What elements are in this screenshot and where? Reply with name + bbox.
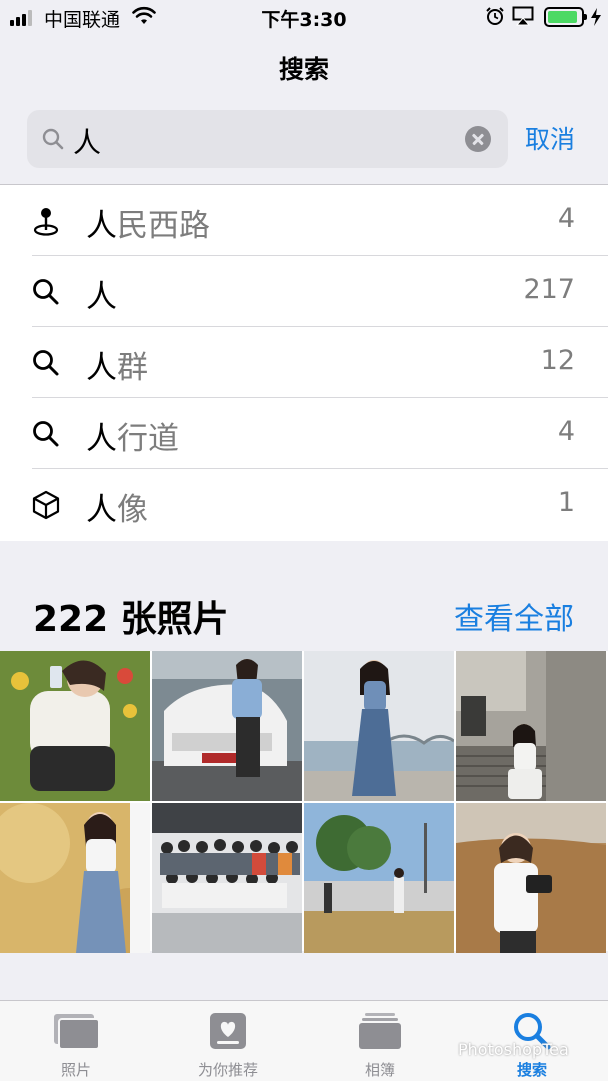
result-rest-text: 民西路 bbox=[117, 208, 210, 244]
tab-for-you[interactable]: 为你推荐 bbox=[152, 1001, 304, 1081]
photo-thumbnail[interactable] bbox=[0, 803, 150, 953]
result-count: 4 bbox=[557, 203, 575, 234]
result-typed-text: 人 bbox=[86, 350, 117, 386]
result-typed-text: 人 bbox=[86, 279, 117, 315]
photo-thumbnail[interactable] bbox=[152, 803, 302, 953]
result-rest-text: 群 bbox=[117, 350, 148, 386]
tab-label: 为你推荐 bbox=[197, 1061, 258, 1079]
photo-thumbnail[interactable] bbox=[152, 651, 302, 801]
status-bar: 中国联通 下午3:30 bbox=[0, 0, 608, 36]
airplay-icon bbox=[512, 6, 534, 26]
result-count: 4 bbox=[557, 416, 575, 447]
search-icon bbox=[33, 350, 59, 376]
search-icon bbox=[42, 128, 64, 150]
clear-search-icon[interactable] bbox=[465, 126, 491, 152]
for-you-icon bbox=[210, 1013, 246, 1049]
battery-icon bbox=[544, 7, 587, 27]
result-rest-text: 像 bbox=[117, 492, 148, 528]
list-item[interactable]: 人群 12 bbox=[0, 327, 608, 398]
tab-photos[interactable]: 照片 bbox=[0, 1001, 152, 1081]
search-icon bbox=[33, 421, 59, 447]
see-all-button[interactable]: 查看全部 bbox=[454, 594, 574, 638]
tab-label: 相簿 bbox=[364, 1061, 395, 1079]
photo-thumbnail[interactable] bbox=[456, 651, 606, 801]
tab-label: 搜索 bbox=[516, 1061, 547, 1079]
photos-icon bbox=[54, 1014, 100, 1050]
result-rest-text: 行道 bbox=[117, 421, 179, 457]
result-typed-text: 人 bbox=[86, 208, 117, 244]
result-typed-text: 人 bbox=[86, 421, 117, 457]
photo-thumbnail[interactable] bbox=[304, 803, 454, 953]
page-title: 搜索 bbox=[278, 55, 329, 84]
search-icon bbox=[33, 279, 59, 305]
alarm-icon bbox=[486, 7, 504, 25]
watermark: PhotoshopTea bbox=[458, 1040, 569, 1059]
photo-thumbnail[interactable] bbox=[456, 803, 606, 953]
list-item[interactable]: 人民西路 4 bbox=[0, 185, 608, 256]
cube-icon bbox=[32, 490, 60, 520]
charging-bolt-icon bbox=[591, 8, 601, 26]
result-count: 217 bbox=[523, 274, 575, 305]
photo-thumbnail[interactable] bbox=[0, 651, 150, 801]
result-count: 1 bbox=[557, 487, 575, 518]
tab-label: 照片 bbox=[60, 1061, 91, 1079]
photo-grid bbox=[0, 651, 608, 953]
result-typed-text: 人 bbox=[86, 492, 117, 528]
list-item[interactable]: 人行道 4 bbox=[0, 398, 608, 469]
tab-albums[interactable]: 相簿 bbox=[304, 1001, 456, 1081]
cancel-button[interactable]: 取消 bbox=[525, 120, 575, 156]
search-input[interactable]: 人 bbox=[27, 110, 508, 168]
search-results-list: 人民西路 4 人 217 人群 12 人行道 4 人像 1 bbox=[0, 185, 608, 541]
list-item[interactable]: 人 217 bbox=[0, 256, 608, 327]
result-count: 12 bbox=[540, 345, 575, 376]
photos-count-heading: 222 张照片 bbox=[33, 599, 229, 640]
photo-thumbnail[interactable] bbox=[304, 651, 454, 801]
search-query-text[interactable]: 人 bbox=[73, 121, 101, 161]
albums-icon bbox=[359, 1013, 401, 1049]
location-pin-icon bbox=[33, 208, 59, 236]
list-item[interactable]: 人像 1 bbox=[0, 469, 608, 540]
